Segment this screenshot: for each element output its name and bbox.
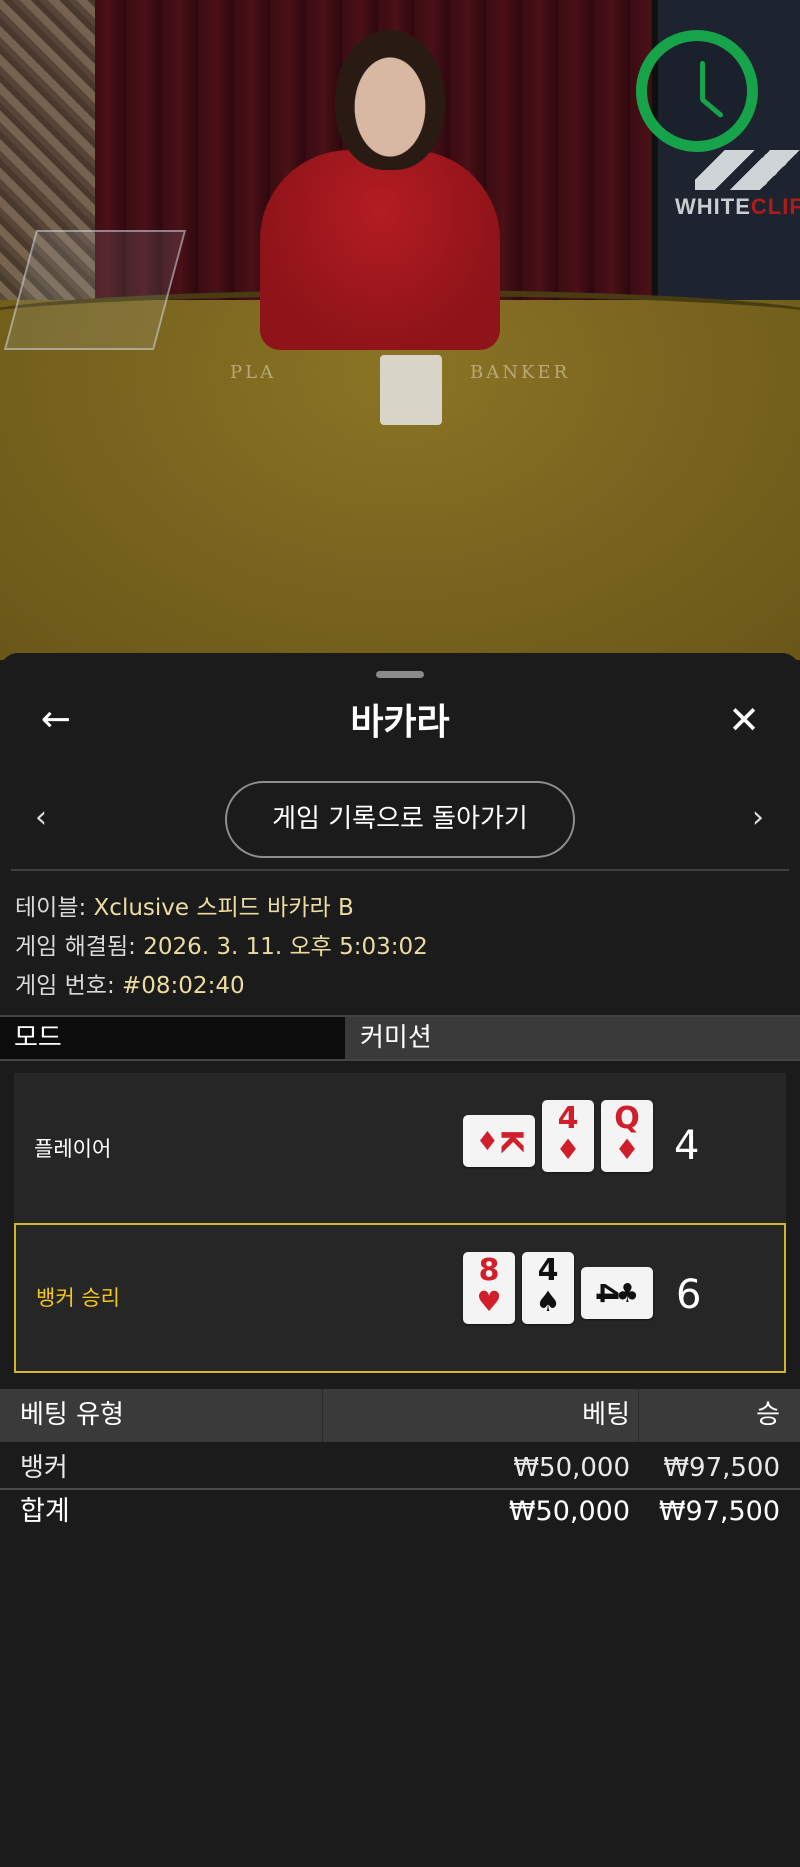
close-icon[interactable]: ✕	[724, 700, 764, 740]
tab-bar: 모드 커미션	[0, 1015, 800, 1061]
brand-mark-icon	[695, 150, 800, 190]
banker-score: 6	[676, 1272, 702, 1318]
card-box	[380, 355, 442, 425]
banker-hand: 뱅커 승리 8 ♥ 4 ♠ 4♣ 6	[14, 1223, 786, 1373]
banker-win-label: 뱅커 승리	[36, 1286, 120, 1310]
total-row: 합계 ₩50,000 ₩97,500	[0, 1488, 800, 1532]
felt-label-banker: BANKER	[470, 362, 571, 383]
row-bet-amount: ₩50,000	[513, 1453, 630, 1483]
resolved-value: 2026. 3. 11. 오후 5:03:02	[143, 934, 428, 960]
player-score: 4	[674, 1123, 700, 1169]
row-bet-type: 뱅커	[20, 1453, 68, 1483]
player-hand: 플레이어 ♦K 4 ♦ Q ♦ 4	[14, 1073, 786, 1223]
player-label: 플레이어	[34, 1137, 112, 1161]
total-label: 합계	[20, 1496, 70, 1527]
table-label: 테이블:	[15, 895, 87, 921]
header-bet-type: 베팅 유형	[20, 1400, 124, 1430]
chevron-right-icon[interactable]: ›	[743, 803, 773, 833]
live-video-feed: WHITECLIFF PLA BANKER	[0, 0, 800, 660]
back-to-history-button[interactable]: 게임 기록으로 돌아가기	[225, 781, 575, 858]
game-number-info: 게임 번호: #08:02:40	[15, 966, 245, 1000]
baccarat-table	[0, 300, 800, 660]
row-win-amount: ₩97,500	[663, 1453, 780, 1483]
header-bet: 베팅	[582, 1400, 630, 1430]
total-win-amount: ₩97,500	[658, 1496, 780, 1527]
table-value: Xclusive 스피드 바카라 B	[93, 895, 354, 921]
dealer-body	[260, 150, 500, 350]
divider	[11, 869, 789, 871]
game-number-label: 게임 번호:	[15, 973, 115, 999]
header-win: 승	[756, 1400, 780, 1430]
tab-mode[interactable]: 모드	[0, 1017, 345, 1059]
game-result-panel: ← 바카라 ✕ ‹ 게임 기록으로 돌아가기 › 테이블: Xclusive 스…	[0, 653, 800, 1867]
player-card-1: ♦K	[463, 1115, 535, 1167]
chevron-left-icon[interactable]: ‹	[26, 803, 56, 833]
banker-card-2: 4 ♠	[522, 1252, 574, 1324]
banker-card-3: 4♣	[581, 1267, 653, 1319]
player-card-2: 4 ♦	[542, 1100, 594, 1172]
table-row: 뱅커 ₩50,000 ₩97,500	[0, 1446, 800, 1490]
player-card-3: Q ♦	[601, 1100, 653, 1172]
table-info: 테이블: Xclusive 스피드 바카라 B	[15, 888, 354, 922]
clock-icon	[636, 30, 758, 152]
resolved-label: 게임 해결됨:	[15, 934, 136, 960]
dealer-head	[335, 30, 445, 170]
whitecliff-logo: WHITECLIFF	[675, 150, 800, 230]
tab-commission[interactable]: 커미션	[345, 1017, 800, 1059]
drag-handle[interactable]	[376, 671, 424, 678]
banker-card-1: 8 ♥	[463, 1252, 515, 1324]
resolved-info: 게임 해결됨: 2026. 3. 11. 오후 5:03:02	[15, 927, 428, 961]
game-number-value: #08:02:40	[122, 973, 245, 999]
page-title: 바카라	[350, 702, 450, 743]
felt-label-player: PLA	[230, 362, 277, 383]
bets-table-header: 베팅 유형 베팅 승	[0, 1389, 800, 1442]
total-bet-amount: ₩50,000	[508, 1496, 630, 1527]
